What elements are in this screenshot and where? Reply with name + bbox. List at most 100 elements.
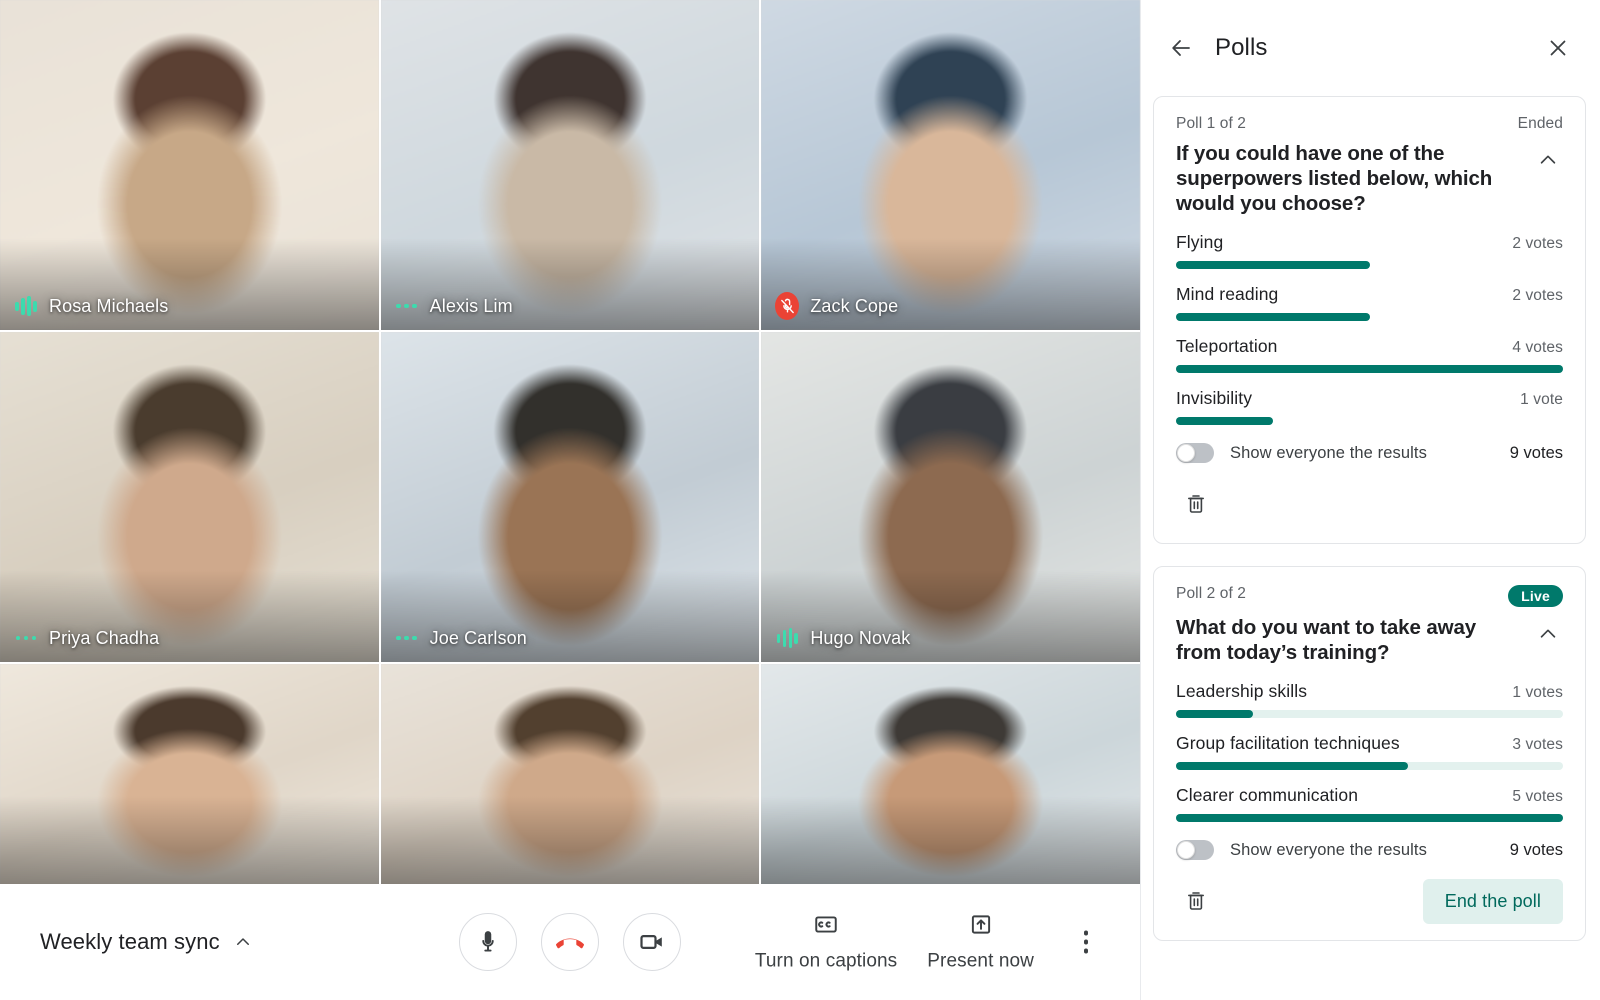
participant-name-label: Hugo Novak [810,627,911,648]
poll-card: Poll 2 of 2 Live What do you want to take … [1153,566,1586,941]
poll-index-label: Poll 2 of 2 [1176,585,1247,602]
status-label: Ended [1517,115,1563,132]
meeting-name-button[interactable]: Weekly team sync [40,929,252,955]
speaking-wave-icon [14,294,38,318]
poll-question-row: If you could have one of the superpowers… [1176,137,1563,232]
poll-option-row: Leadership skills 1 votes [1176,681,1563,702]
speaking-wave-icon [775,626,799,650]
participant-tile[interactable] [0,664,379,884]
tile-gradient-scrim [761,796,1140,884]
show-results-toggle[interactable] [1176,443,1214,463]
polls-panel-header: Polls [1141,0,1600,96]
show-results-toggle[interactable] [1176,840,1214,860]
tile-gradient-scrim [0,796,379,884]
poll-question: If you could have one of the superpowers… [1176,142,1493,215]
poll-option-bar-fill [1176,365,1563,373]
participant-name-label: Rosa Michaels [49,295,169,316]
poll-option-bar-track [1176,710,1563,718]
collapse-chevron-up-icon[interactable] [1533,619,1563,649]
poll-option: Leadership skills 1 votes [1176,681,1563,718]
participant-tile[interactable]: Alexis Lim [380,0,760,330]
participant-tile[interactable]: Joe Carlson [380,332,760,662]
poll-option: Flying 2 votes [1176,232,1563,269]
mic-off-icon [775,292,800,320]
poll-option-row: Clearer communication 5 votes [1176,785,1563,806]
poll-option-bar-track [1176,417,1563,425]
poll-option-row: Mind reading 2 votes [1176,284,1563,305]
poll-option-row: Invisibility 1 vote [1176,388,1563,409]
poll-option-bar-fill [1176,417,1273,425]
poll-option-row: Flying 2 votes [1176,232,1563,253]
show-results-row: Show everyone the results 9 votes [1176,840,1563,860]
participant-name-chip: Priya Chadha [14,626,159,650]
poll-option-bar-fill [1176,762,1409,770]
show-results-label: Show everyone the results [1230,840,1427,859]
trash-icon[interactable] [1176,881,1216,921]
poll-option-bar-track [1176,313,1563,321]
status-badge: Live [1508,585,1563,607]
poll-card: Poll 1 of 2 Ended If you could have one of… [1153,96,1586,544]
participant-tile[interactable] [761,664,1140,884]
present-icon [968,912,994,943]
back-arrow-icon[interactable] [1161,28,1201,68]
toggle-knob [1177,444,1195,462]
participant-name-chip: Rosa Michaels [14,294,168,318]
camera-button[interactable] [623,913,681,971]
poll-option-label: Invisibility [1176,388,1253,408]
poll-option-label: Group facilitation techniques [1176,733,1400,753]
captions-label: Turn on captions [754,950,898,972]
poll-option-label: Teleportation [1176,336,1278,356]
close-icon[interactable] [1538,28,1578,68]
end-poll-button[interactable]: End the poll [1422,878,1563,924]
poll-option-votes: 5 votes [1512,788,1563,805]
poll-card-header: Poll 1 of 2 Ended [1176,115,1563,133]
participant-name-label: Joe Carlson [429,627,527,648]
poll-option-bar-track [1176,365,1563,373]
participant-tile[interactable]: Hugo Novak [761,332,1140,662]
poll-option: Group facilitation techniques 3 votes [1176,733,1563,770]
leave-call-button[interactable] [541,913,599,971]
captions-button[interactable]: Turn on captions [755,912,897,973]
poll-option: Teleportation 4 votes [1176,336,1563,373]
poll-card-footer: End the poll [1176,878,1563,924]
poll-option-row: Teleportation 4 votes [1176,336,1563,357]
poll-option-label: Flying [1176,232,1224,252]
meeting-name-label: Weekly team sync [40,929,220,954]
microphone-button[interactable] [459,913,517,971]
meet-window: Rosa Michaels Alexis Lim Zack Cope Priya Ch… [0,0,1600,1000]
total-votes-label: 9 votes [1509,840,1563,859]
poll-option-bar-track [1176,762,1563,770]
polls-list[interactable]: Poll 1 of 2 Ended If you could have one of… [1141,96,1600,1000]
poll-option-votes: 4 votes [1512,339,1563,356]
participant-grid: Rosa Michaels Alexis Lim Zack Cope Priya Ch… [0,0,1140,884]
participant-name-label: Priya Chadha [49,627,160,648]
poll-option-votes: 3 votes [1512,736,1563,753]
present-now-button[interactable]: Present now [927,912,1034,973]
trash-icon[interactable] [1176,484,1216,524]
poll-option-bar-track [1176,261,1563,269]
present-label: Present now [927,950,1034,972]
participant-name-chip: Zack Cope [775,292,898,320]
polls-panel: Polls Poll 1 of 2 Ended If you could have … [1140,0,1600,1000]
poll-option-bar-fill [1176,814,1563,822]
total-votes-label: 9 votes [1509,443,1563,462]
secondary-controls: Turn on captions Present now [755,912,1108,973]
video-stage: Rosa Michaels Alexis Lim Zack Cope Priya Ch… [0,0,1140,1000]
audio-dots-icon [395,626,419,650]
participant-tile[interactable] [380,664,760,884]
primary-controls [459,913,681,971]
participant-tile[interactable]: Priya Chadha [0,332,379,662]
audio-dots-icon [395,294,419,318]
poll-index-label: Poll 1 of 2 [1176,115,1247,132]
chevron-up-icon [234,933,252,951]
participant-name-label: Alexis Lim [429,295,513,316]
participant-tile[interactable]: Zack Cope [761,0,1140,330]
more-options-icon[interactable] [1064,920,1108,964]
participant-tile[interactable]: Rosa Michaels [0,0,379,330]
poll-option-bar-fill [1176,313,1370,321]
show-results-label: Show everyone the results [1230,443,1427,462]
poll-option-bar-fill [1176,261,1370,269]
poll-option: Mind reading 2 votes [1176,284,1563,321]
poll-card-header: Poll 2 of 2 Live [1176,585,1563,607]
collapse-chevron-up-icon[interactable] [1533,145,1563,175]
